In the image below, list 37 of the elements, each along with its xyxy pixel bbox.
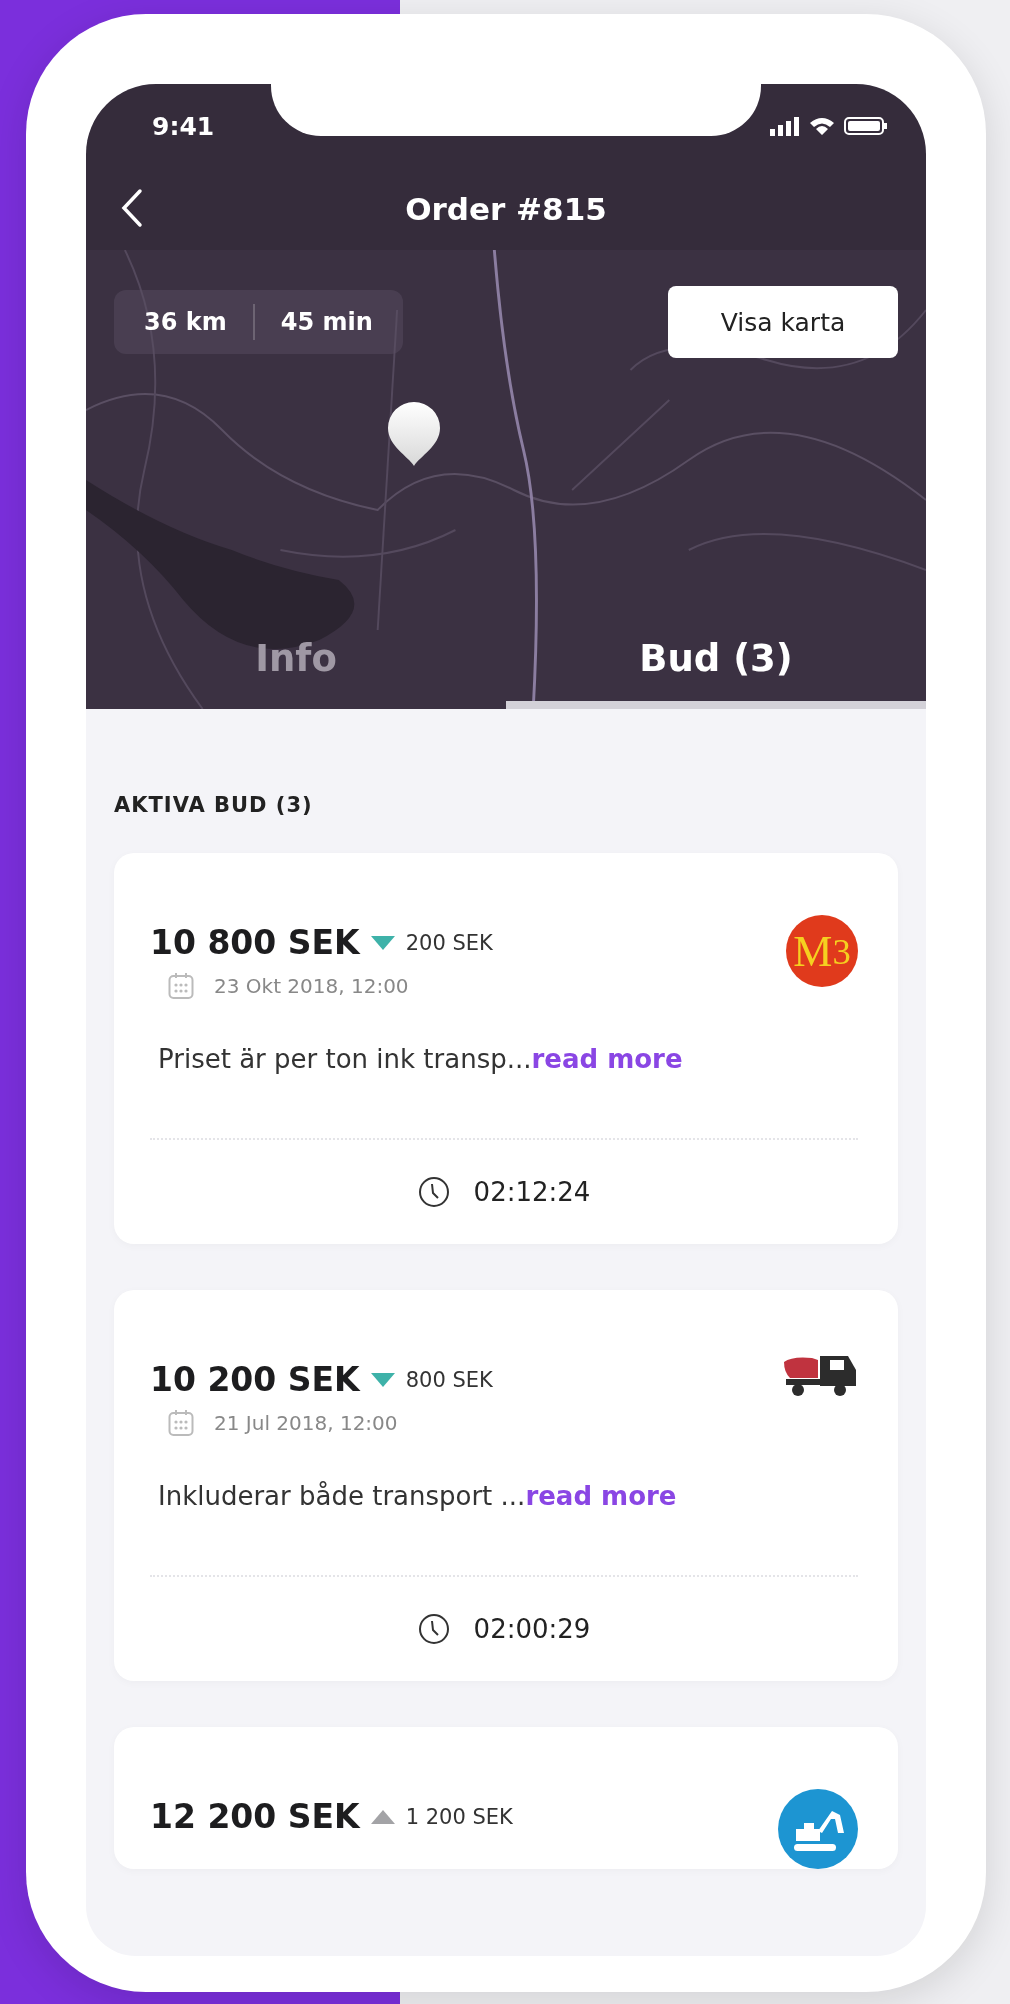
clock-icon — [417, 1613, 450, 1645]
page-title: Order #815 — [405, 191, 607, 227]
show-map-button[interactable]: Visa karta — [668, 286, 898, 358]
read-more-link[interactable]: read more — [525, 1481, 677, 1511]
bid-description: Inkluderar både transport ...read more — [158, 1481, 678, 1511]
bid-price: 10 800 SEK — [150, 923, 360, 962]
down-triangle-icon — [369, 1371, 396, 1388]
bid-description: Priset är per ton ink transp...read more — [158, 1044, 684, 1074]
price-change: 200 SEK — [405, 930, 493, 955]
up-triangle-icon — [369, 1808, 396, 1825]
wifi-icon — [808, 116, 836, 136]
status-time: 9:41 — [152, 111, 215, 141]
calendar-icon — [168, 972, 194, 1000]
tab[interactable]: Info — [86, 615, 506, 709]
read-more-link[interactable]: read more — [531, 1044, 683, 1074]
calendar-icon — [168, 1409, 194, 1437]
map-pin-icon — [386, 400, 442, 468]
back-button[interactable] — [120, 188, 144, 228]
duration-text: 45 min — [280, 308, 373, 336]
bid-card[interactable]: 10 200 SEK 800 SEK 21 Jul 2018, 12:00 Inkluderar både transport ...read more 02:00:29 — [114, 1290, 898, 1681]
distance-text: 36 km — [144, 308, 227, 336]
bid-price: 10 200 SEK — [150, 1360, 360, 1399]
excavator-icon — [778, 1789, 858, 1869]
bid-date: 23 Okt 2018, 12:00 — [214, 974, 409, 998]
signal-icon — [770, 116, 800, 136]
bid-date: 21 Jul 2018, 12:00 — [214, 1411, 398, 1435]
countdown-timer: 02:12:24 — [473, 1177, 591, 1207]
clock-icon — [417, 1176, 450, 1208]
section-title: AKTIVA BUD (3) — [114, 793, 314, 817]
bid-card[interactable]: 12 200 SEK 1 200 SEK — [114, 1727, 898, 1869]
countdown-timer: 02:00:29 — [473, 1614, 591, 1644]
bid-price: 12 200 SEK — [150, 1797, 360, 1836]
battery-icon — [844, 116, 888, 136]
down-triangle-icon — [369, 934, 396, 951]
price-change: 800 SEK — [405, 1367, 493, 1392]
tab[interactable]: Bud (3) — [506, 615, 926, 709]
price-change: 1 200 SEK — [405, 1804, 513, 1829]
